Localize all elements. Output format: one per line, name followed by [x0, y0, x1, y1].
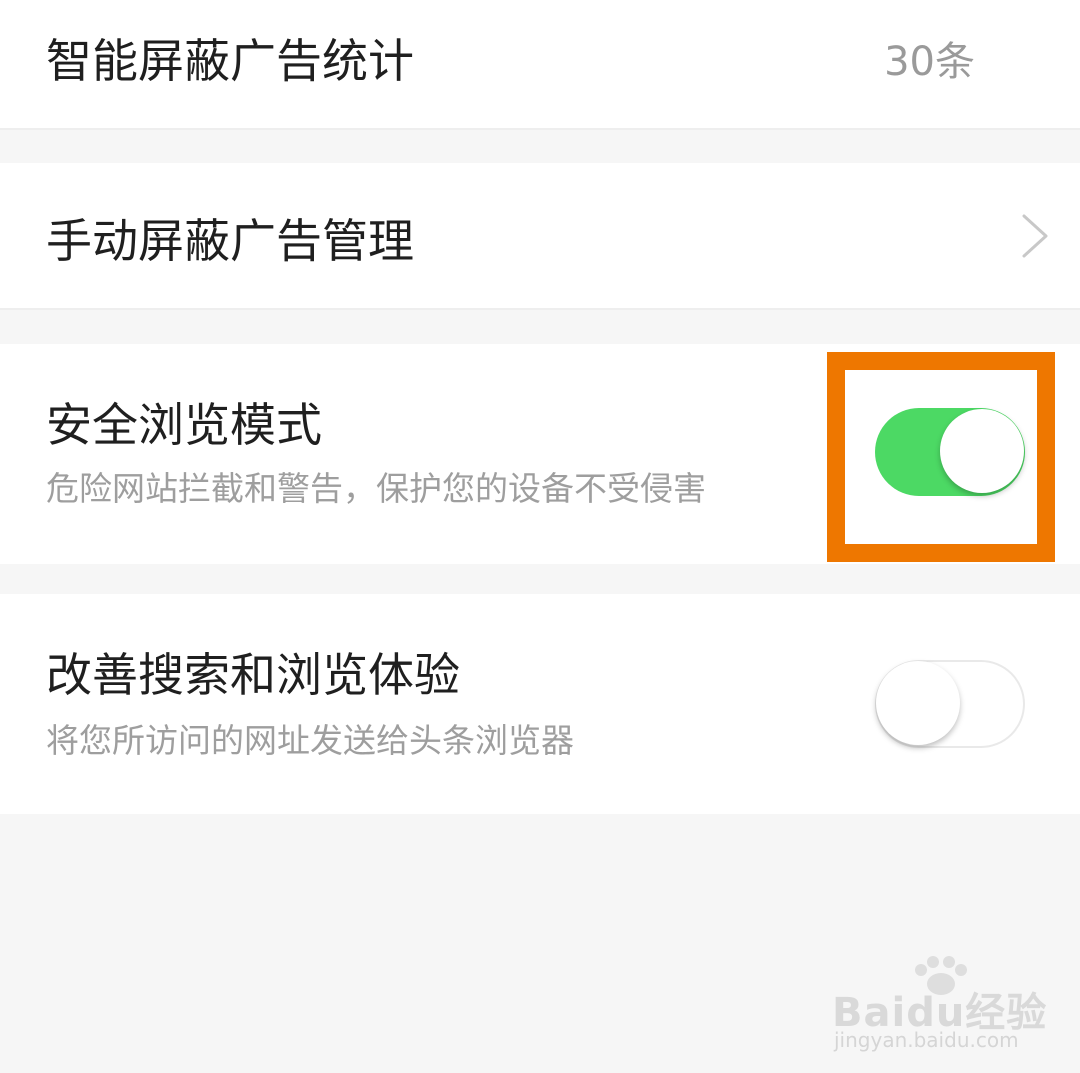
ad-stats-label: 智能屏蔽广告统计 [46, 34, 414, 88]
manual-ads-row[interactable]: 手动屏蔽广告管理 [0, 163, 1080, 310]
divider [0, 308, 1080, 310]
manual-ads-label: 手动屏蔽广告管理 [46, 214, 414, 268]
highlight-box [827, 352, 1055, 562]
divider [0, 128, 1080, 130]
safe-browsing-label: 安全浏览模式 [46, 398, 322, 452]
ad-stats-row: 智能屏蔽广告统计 30条 [0, 0, 1080, 130]
chevron-right-icon [1022, 214, 1048, 258]
improve-experience-row: 改善搜索和浏览体验 将您所访问的网址发送给头条浏览器 [0, 594, 1080, 814]
baidu-watermark: Baidu经验 jingyan.baidu.com [826, 956, 1046, 1058]
ad-stats-count: 30条 [884, 39, 975, 85]
settings-page: 智能屏蔽广告统计 30条 手动屏蔽广告管理 安全浏览模式 危险网站拦截和警告，保… [0, 0, 1080, 1073]
improve-experience-label: 改善搜索和浏览体验 [46, 648, 460, 702]
safe-browsing-description: 危险网站拦截和警告，保护您的设备不受侵害 [46, 469, 706, 508]
improve-experience-description: 将您所访问的网址发送给头条浏览器 [46, 721, 574, 760]
watermark-url: jingyan.baidu.com [834, 1028, 1019, 1052]
improve-experience-toggle[interactable] [875, 660, 1025, 748]
toggle-knob [876, 661, 960, 745]
